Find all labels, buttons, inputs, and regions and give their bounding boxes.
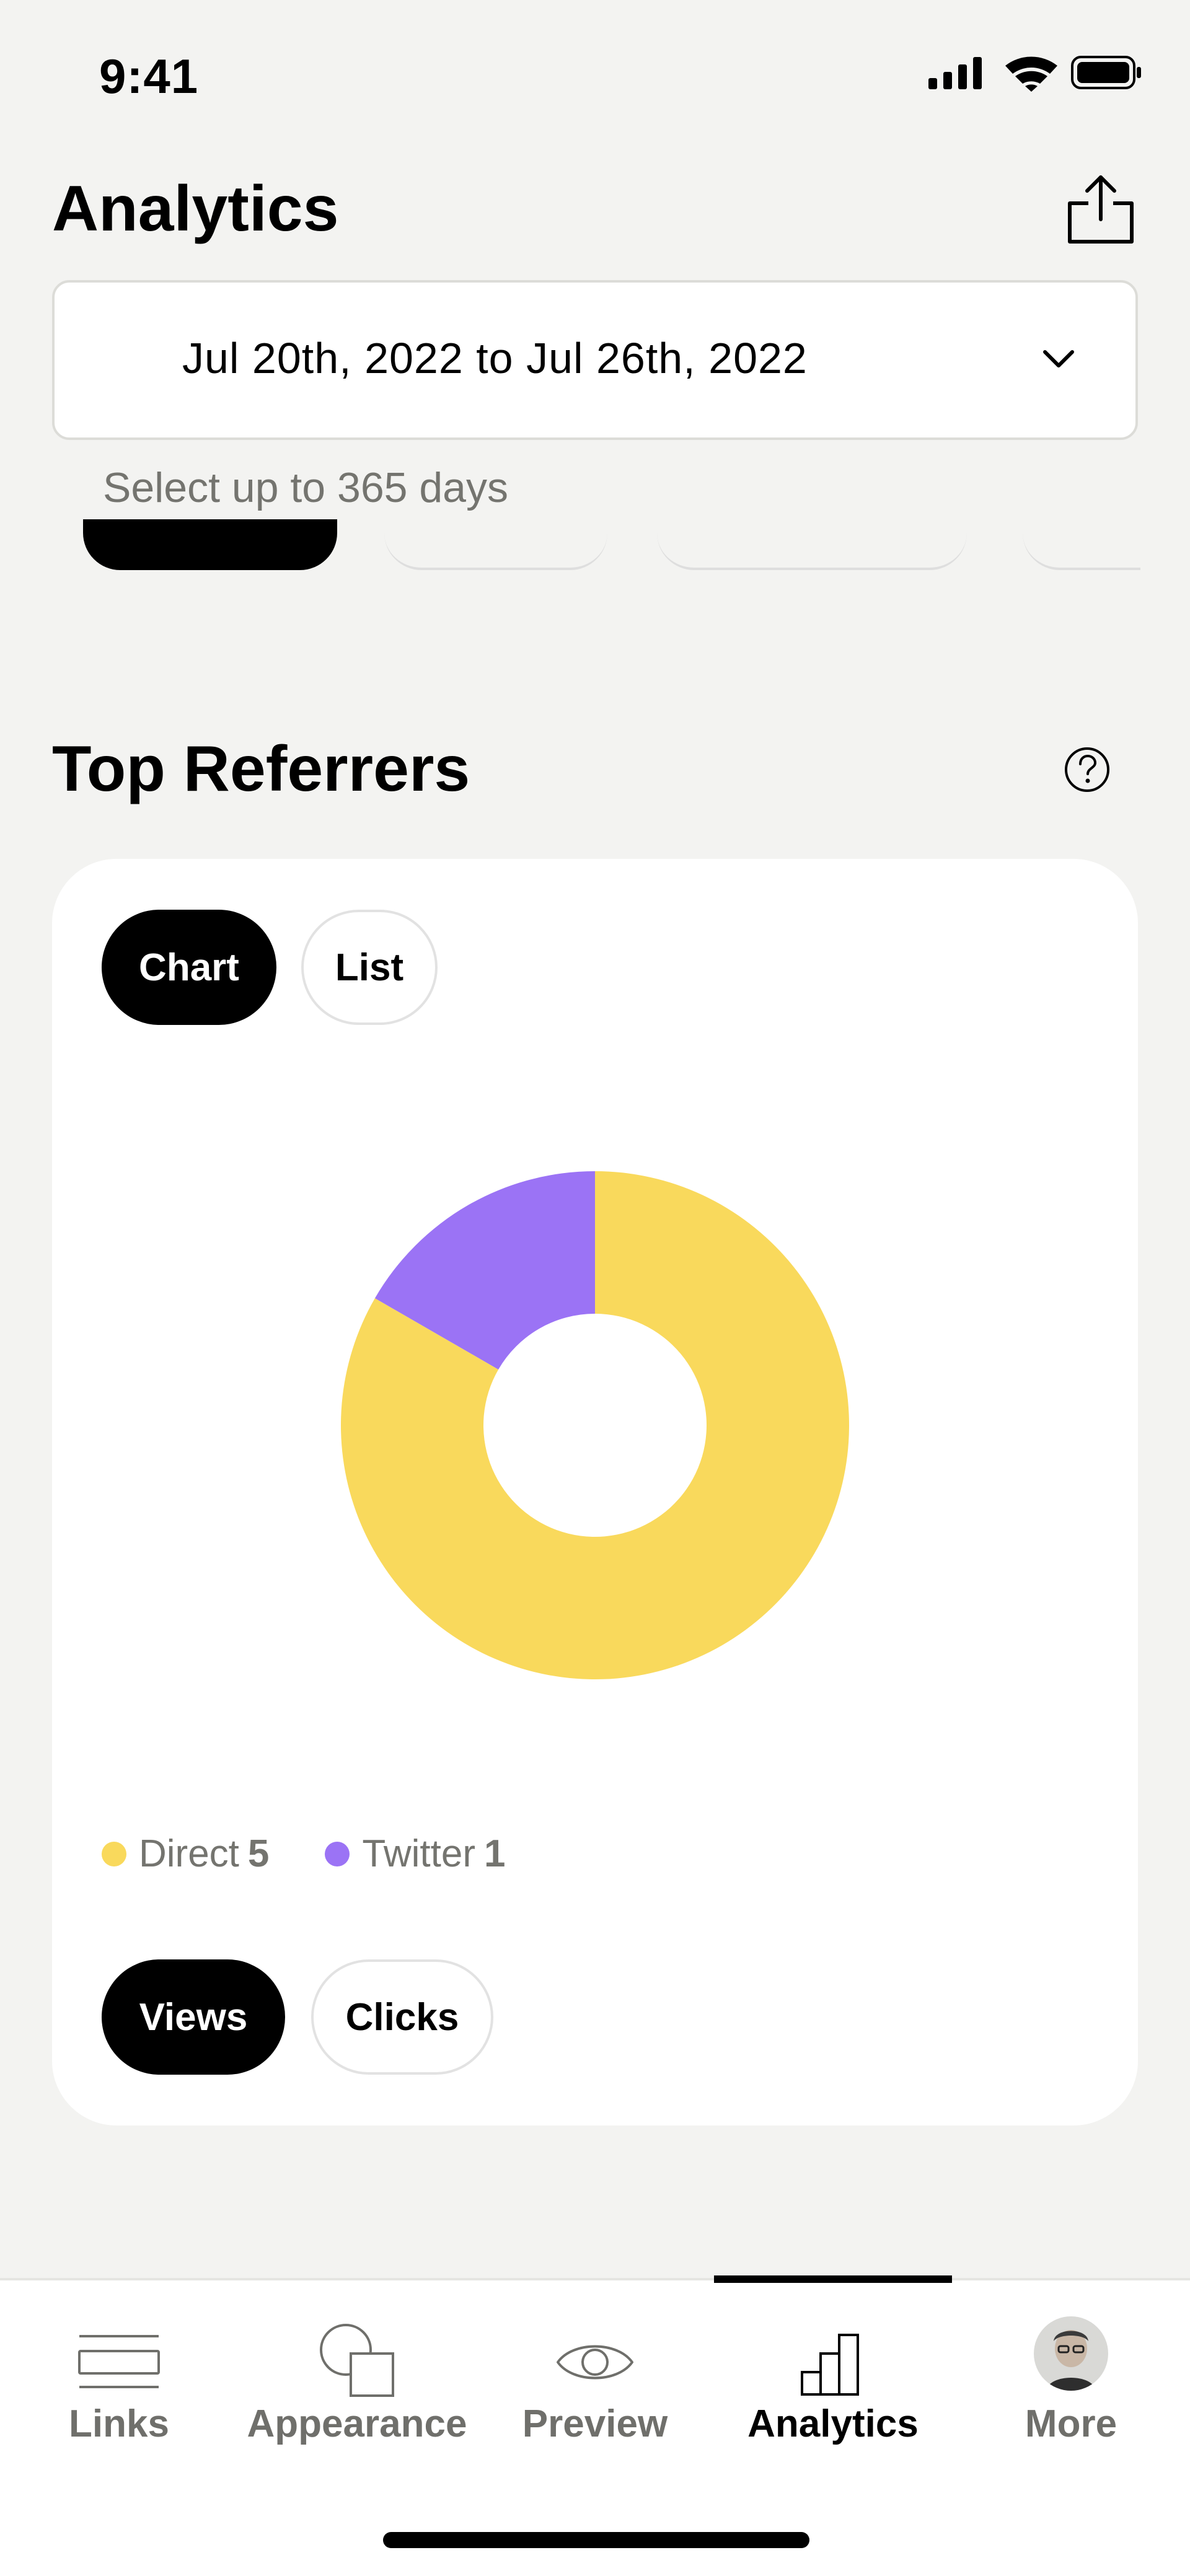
- chevron-down-icon: [1043, 350, 1074, 367]
- nav-item-analytics[interactable]: Analytics: [714, 2280, 952, 2466]
- chart-legend: Direct 5 Twitter 1: [102, 1832, 561, 1876]
- nav-label: Analytics: [747, 2402, 919, 2445]
- avatar-image: [1034, 2316, 1108, 2391]
- share-icon[interactable]: [1064, 171, 1138, 248]
- nav-item-preview[interactable]: Preview: [476, 2280, 714, 2466]
- referrers-card: Chart List Direct 5 Twitter 1 Views Clic…: [52, 859, 1138, 2125]
- referrers-donut-chart: [341, 1171, 850, 1679]
- wifi-icon: [1005, 56, 1057, 92]
- legend-value: 1: [483, 1832, 506, 1875]
- tab-views[interactable]: Views: [102, 1959, 285, 2075]
- page-title: Analytics: [52, 173, 339, 245]
- date-range-select[interactable]: Jul 20th, 2022 to Jul 26th, 2022: [52, 280, 1138, 440]
- home-indicator: [383, 2532, 809, 2548]
- filter-pill[interactable]: [83, 519, 337, 570]
- nav-label: Appearance: [247, 2402, 467, 2445]
- date-range-value: Jul 20th, 2022 to Jul 26th, 2022: [182, 334, 808, 382]
- nav-label: More: [1025, 2402, 1117, 2445]
- filter-pill[interactable]: [384, 519, 607, 570]
- nav-item-appearance[interactable]: Appearance: [238, 2280, 476, 2466]
- status-time: 9:41: [99, 49, 199, 103]
- appearance-icon: [320, 2324, 394, 2397]
- tab-clicks[interactable]: Clicks: [311, 1959, 493, 2075]
- legend-dot: [325, 1841, 350, 1866]
- avatar: [1034, 2316, 1108, 2391]
- status-icons: [928, 56, 1141, 92]
- battery-icon: [1071, 56, 1141, 89]
- filter-pill[interactable]: [657, 519, 967, 570]
- eye-icon: [557, 2345, 633, 2380]
- legend-label: Twitter: [362, 1832, 475, 1875]
- legend-label: Direct: [139, 1832, 239, 1875]
- legend-item-direct: Direct 5: [102, 1832, 269, 1876]
- nav-item-more[interactable]: More: [952, 2280, 1190, 2466]
- legend-value: 5: [247, 1832, 270, 1875]
- links-icon: [78, 2335, 160, 2388]
- analytics-screen: 9:41 Analytics Jul 20th, 2022 to Jul 26t…: [0, 0, 1190, 2576]
- signal-icon: [928, 57, 982, 89]
- bottom-nav: Links Appearance Preview Analytics More: [0, 2275, 1190, 2576]
- section-title: Top Referrers: [52, 733, 470, 805]
- question-circle-icon[interactable]: [1064, 746, 1111, 793]
- date-range-hint: Select up to 365 days: [103, 464, 509, 511]
- nav-item-links[interactable]: Links: [0, 2280, 238, 2466]
- bar-chart-icon: [801, 2334, 859, 2396]
- legend-dot: [102, 1841, 126, 1866]
- filter-pill[interactable]: [1023, 519, 1140, 570]
- legend-item-twitter: Twitter 1: [325, 1832, 505, 1876]
- nav-label: Preview: [522, 2402, 668, 2445]
- nav-label: Links: [69, 2402, 169, 2445]
